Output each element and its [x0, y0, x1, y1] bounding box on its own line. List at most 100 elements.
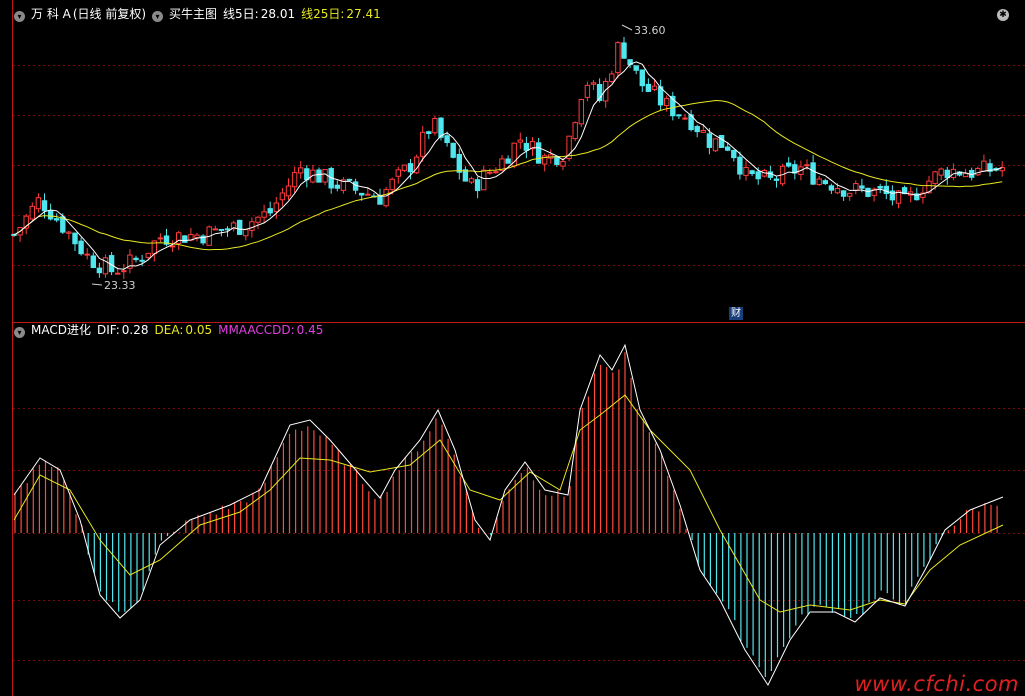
candle-body — [224, 228, 231, 231]
candle-body — [84, 253, 90, 256]
candle-body — [401, 164, 408, 171]
candle-body — [773, 178, 780, 181]
candle-body — [115, 272, 121, 275]
candle-body — [822, 180, 828, 185]
high-pointer — [621, 24, 633, 31]
ma25-value: 27.41 — [346, 7, 381, 21]
candle-body — [584, 84, 591, 98]
candle-body — [828, 185, 835, 191]
candle-body — [755, 171, 761, 180]
candle-body — [243, 229, 249, 237]
indicator-menu-icon[interactable]: ▾ — [152, 11, 164, 22]
candle-body — [578, 98, 584, 125]
candle-body — [737, 156, 743, 175]
candle-body — [975, 167, 981, 176]
ma25-line — [13, 99, 1003, 251]
candle-body — [664, 97, 670, 107]
candle-body — [395, 169, 402, 177]
candle-body — [615, 42, 621, 74]
candle-body — [157, 237, 164, 240]
candle-body — [706, 133, 713, 148]
candle-body — [804, 164, 810, 167]
candle-body — [694, 126, 700, 133]
low-pointer — [91, 283, 103, 286]
candle-body — [468, 178, 475, 183]
candle-body — [261, 211, 267, 218]
candle-body — [505, 158, 511, 164]
candle-body — [676, 114, 682, 117]
chart-canvas: 33.60 23.33 — [11, 0, 1025, 696]
candle-body — [725, 146, 731, 151]
stock-name: 万 科 A — [31, 7, 71, 21]
candle-body — [535, 142, 542, 164]
candle-body — [859, 185, 865, 189]
candle-body — [291, 172, 298, 188]
candle-body — [877, 186, 883, 189]
candle-body — [932, 171, 938, 184]
candle-body — [121, 270, 127, 273]
finance-badge[interactable]: 财 — [729, 307, 743, 320]
candle-body — [426, 131, 432, 134]
gear-icon[interactable]: ✱ — [997, 9, 1009, 21]
candle-body — [450, 142, 456, 158]
candle-body — [731, 149, 737, 159]
watermark: www.cfchi.com — [854, 672, 1019, 696]
candle-body — [35, 197, 42, 210]
dea-value: 0.05 — [185, 323, 213, 337]
candle-body — [554, 155, 560, 165]
candle-body — [700, 130, 706, 133]
candle-body — [78, 240, 84, 255]
candle-body — [840, 190, 847, 197]
candle-body — [633, 65, 639, 71]
candle-body — [456, 153, 463, 173]
period-label: (日线 前复权) — [72, 7, 147, 21]
candle-body — [743, 167, 749, 176]
candle-body — [682, 117, 688, 120]
ma25-label: 线25日: — [301, 7, 345, 21]
candle-body — [96, 267, 103, 274]
candle-body — [285, 185, 292, 197]
candle-body — [194, 234, 200, 239]
candle-body — [279, 192, 286, 201]
candle-body — [72, 232, 78, 245]
candle-body — [145, 252, 151, 258]
candle-body — [712, 138, 719, 152]
candle-body — [786, 162, 792, 167]
mm-label: MMAACCDD: — [218, 323, 295, 337]
indicator-name: 买牛主图 — [169, 7, 218, 21]
candle-body — [322, 169, 328, 183]
candle-body — [389, 178, 395, 191]
candle-body — [523, 142, 530, 151]
candle-body — [639, 69, 645, 87]
dif-label: DIF: — [96, 323, 120, 337]
candle-body — [359, 192, 365, 196]
candle-body — [883, 185, 889, 195]
candle-body — [651, 85, 658, 90]
candle-body — [377, 194, 383, 205]
candle-body — [645, 83, 652, 92]
candle-body — [847, 192, 853, 197]
candle-body — [981, 160, 987, 172]
ma5-value: 28.01 — [260, 7, 296, 21]
candle-body — [47, 210, 54, 220]
candle-body — [29, 205, 36, 220]
candle-body — [255, 216, 261, 223]
candle-body — [749, 170, 755, 175]
candle-body — [944, 169, 950, 179]
candle-body — [41, 200, 48, 212]
chevron-down-icon[interactable]: ▾ — [14, 11, 25, 22]
ma5-label: 线5日: — [223, 7, 259, 21]
high-label: 33.60 — [634, 24, 666, 37]
macd-menu-icon[interactable]: ▾ — [14, 327, 25, 338]
main-chart-header: ▾ 万 科 A (日线 前复权) ▾ 买牛主图 线5日: 28.01 线25日: 27.41 — [14, 6, 387, 22]
candle-body — [90, 255, 96, 269]
low-label: 23.33 — [104, 279, 136, 292]
candle-body — [853, 183, 859, 191]
macd-name: MACD进化 — [31, 323, 91, 337]
candle-body — [298, 167, 304, 174]
candle-body — [590, 82, 597, 85]
candle-body — [139, 259, 145, 262]
candle-body — [621, 42, 627, 59]
candle-body — [218, 228, 225, 231]
candle-body — [493, 171, 499, 174]
